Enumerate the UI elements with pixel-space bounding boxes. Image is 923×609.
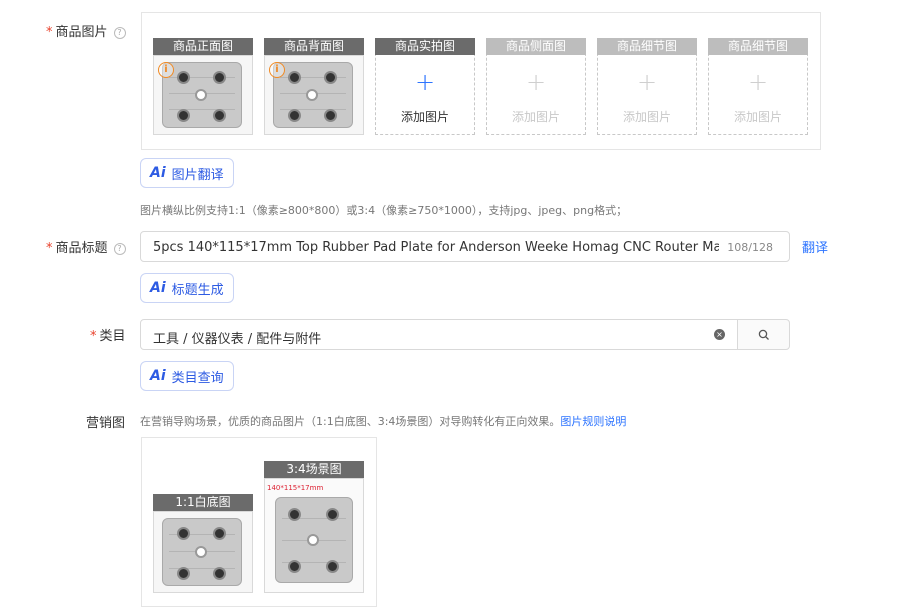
- slot-caption: 3:4场景图: [264, 461, 364, 478]
- search-icon: [758, 329, 769, 340]
- slot-caption: 商品细节图: [597, 38, 697, 55]
- slot-caption: 1:1白底图: [153, 494, 253, 511]
- image-slot-side: 商品侧面图 + 添加图片: [486, 38, 586, 135]
- add-image-label: 添加图片: [511, 110, 560, 124]
- product-images-panel: 商品正面图 i 商品背面图 i 商品实拍图 + 添加图片 商品侧面图 + 添加图…: [141, 12, 821, 150]
- ai-icon: Ai: [150, 368, 166, 384]
- info-icon[interactable]: i: [269, 62, 285, 78]
- category-search-button[interactable]: [737, 319, 790, 350]
- marketing-slot-scene[interactable]: 3:4场景图 140*115*17mm: [264, 461, 364, 593]
- add-image-label: 添加图片: [733, 110, 782, 124]
- slot-caption: 商品细节图: [708, 38, 808, 55]
- marketing-slot-square[interactable]: 1:1白底图: [153, 494, 253, 593]
- image-slot-back[interactable]: 商品背面图 i: [264, 38, 364, 135]
- ai-icon: Ai: [150, 280, 166, 296]
- product-title-label: * 商品标题?: [46, 237, 126, 256]
- category-input[interactable]: 工具 / 仪器仪表 / 配件与附件 ×: [140, 319, 738, 350]
- product-images-label: * 商品图片?: [46, 21, 126, 40]
- slot-caption: 商品背面图: [264, 38, 364, 55]
- plus-icon: +: [747, 68, 769, 96]
- image-rules-link[interactable]: 图片规则说明: [560, 415, 626, 428]
- image-slot-front[interactable]: 商品正面图 i: [153, 38, 253, 135]
- plus-icon: +: [525, 68, 547, 96]
- image-translate-button[interactable]: Ai 图片翻译: [140, 158, 234, 188]
- category-label: * 类目: [90, 329, 126, 344]
- marketing-images-panel: 1:1白底图 3:4场景图 140*115*17mm: [141, 437, 377, 607]
- slot-caption: 商品侧面图: [486, 38, 586, 55]
- marketing-image-label: 营销图: [86, 416, 126, 431]
- image-format-hint: 图片横纵比例支持1:1（像素≥800*800）或3:4（像素≥750*1000）…: [140, 204, 628, 217]
- question-circle-icon[interactable]: ?: [113, 242, 126, 255]
- marketing-image-hint: 在营销导购场景，优质的商品图片（1:1白底图、3:4场景图）对导购转化有正向效果…: [140, 415, 627, 428]
- info-icon[interactable]: i: [158, 62, 174, 78]
- product-photo: i: [264, 55, 364, 135]
- translate-link[interactable]: 翻译: [802, 237, 828, 256]
- title-generate-button[interactable]: Ai 标题生成: [140, 273, 234, 303]
- image-slot-real-shot[interactable]: 商品实拍图 + 添加图片: [375, 38, 475, 135]
- add-image-label: 添加图片: [400, 110, 449, 124]
- image-slot-detail-2: 商品细节图 + 添加图片: [708, 38, 808, 135]
- slot-caption: 商品正面图: [153, 38, 253, 55]
- plus-icon[interactable]: +: [375, 70, 475, 94]
- product-photo: [153, 511, 253, 593]
- add-image-label: 添加图片: [622, 110, 671, 124]
- category-query-button[interactable]: Ai 类目查询: [140, 361, 234, 391]
- product-photo: 140*115*17mm: [264, 478, 364, 593]
- plus-icon: +: [636, 68, 658, 96]
- size-overlay-text: 140*115*17mm: [267, 484, 324, 492]
- product-title-input[interactable]: 5pcs 140*115*17mm Top Rubber Pad Plate f…: [140, 231, 790, 262]
- product-photo: i: [153, 55, 253, 135]
- title-char-counter: 108/128: [727, 241, 773, 254]
- slot-caption: 商品实拍图: [375, 38, 475, 55]
- image-slot-detail-1: 商品细节图 + 添加图片: [597, 38, 697, 135]
- clear-icon[interactable]: ×: [714, 329, 725, 340]
- question-circle-icon[interactable]: ?: [113, 26, 126, 39]
- ai-icon: Ai: [150, 165, 166, 181]
